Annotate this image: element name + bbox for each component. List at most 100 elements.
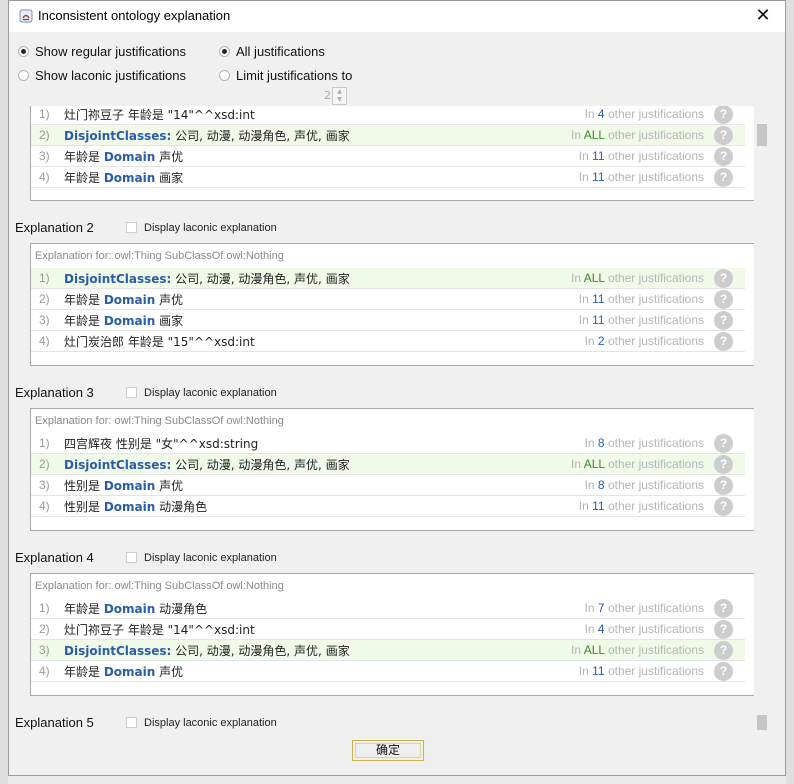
row-number: 4): [39, 664, 50, 678]
justification-count: In 8 other justifications: [585, 478, 704, 492]
axiom-prefix: 性别是: [64, 500, 104, 514]
justification-row[interactable]: 1) 灶门祢豆子 年龄是 "14"^^xsd:int In 4 other just…: [31, 106, 745, 125]
count-value: 11: [592, 149, 605, 163]
help-icon[interactable]: ?: [714, 147, 733, 166]
in-label: In: [571, 128, 582, 142]
help-icon[interactable]: ?: [714, 332, 733, 351]
justification-row[interactable]: 2) DisjointClasses: 公司, 动漫, 动漫角色, 声优, 画家 I…: [31, 125, 745, 146]
scrollbar-thumb[interactable]: [757, 124, 767, 146]
justification-row[interactable]: 4) 性别是 Domain 动漫角色 In 11 other justificati…: [31, 496, 745, 517]
justification-row[interactable]: 2) 年龄是 Domain 声优 In 11 other justification…: [31, 289, 745, 310]
in-label: In: [578, 292, 589, 306]
spinner-up-icon[interactable]: ▲: [333, 88, 346, 96]
laconic-label: Display laconic explanation: [144, 222, 277, 234]
axiom-text: DisjointClasses: 公司, 动漫, 动漫角色, 声优, 画家: [64, 456, 350, 473]
axiom-text: 年龄是 Domain 声优: [64, 148, 183, 165]
count-value: 11: [592, 313, 605, 327]
row-number: 3): [39, 643, 50, 657]
axiom-suffix: 动漫角色: [155, 500, 208, 514]
laconic-checkbox[interactable]: Display laconic explanation: [126, 222, 277, 234]
other-justifications-label: other justifications: [607, 107, 704, 121]
count-value: 7: [597, 601, 605, 615]
axiom-suffix: 公司, 动漫, 动漫角色, 声优, 画家: [171, 272, 350, 286]
help-icon[interactable]: ?: [714, 311, 733, 330]
justification-row[interactable]: 3) 性别是 Domain 声优 In 8 other justifications…: [31, 475, 745, 496]
help-icon[interactable]: ?: [714, 126, 733, 145]
justification-row[interactable]: 1) 四宫辉夜 性别是 "女"^^xsd:string In 8 other jus…: [31, 433, 745, 454]
title-bar[interactable]: Inconsistent ontology explanation ✕: [9, 1, 785, 32]
show-regular-radio[interactable]: Show regular justifications: [18, 43, 186, 61]
help-icon[interactable]: ?: [714, 641, 733, 660]
help-icon[interactable]: ?: [714, 599, 733, 618]
justification-row[interactable]: 2) DisjointClasses: 公司, 动漫, 动漫角色, 声优, 画家 I…: [31, 454, 745, 475]
close-button[interactable]: ✕: [741, 1, 785, 31]
axiom-prefix: 年龄是: [64, 293, 104, 307]
laconic-label: Display laconic explanation: [144, 552, 277, 564]
axiom-keyword: Domain: [103, 479, 156, 493]
help-icon[interactable]: ?: [714, 497, 733, 516]
row-number: 4): [39, 170, 50, 184]
count-value: 8: [597, 478, 605, 492]
justification-row[interactable]: 3) 年龄是 Domain 声优 In 11 other justification…: [31, 146, 745, 167]
all-justifications-label: All justifications: [236, 44, 325, 59]
ok-button[interactable]: 确定: [352, 740, 424, 761]
in-label: In: [578, 313, 589, 327]
axiom-text: 年龄是 Domain 动漫角色: [64, 600, 207, 617]
help-icon[interactable]: ?: [714, 434, 733, 453]
vertical-scrollbar[interactable]: [755, 106, 768, 730]
help-icon[interactable]: ?: [714, 106, 733, 124]
close-icon: ✕: [755, 5, 771, 26]
help-icon[interactable]: ?: [714, 620, 733, 639]
other-justifications-label: other justifications: [607, 271, 704, 285]
radio-checked-icon: [18, 46, 29, 57]
row-number: 4): [39, 334, 50, 348]
help-icon[interactable]: ?: [714, 455, 733, 474]
ok-label: 确定: [375, 743, 400, 757]
in-label: In: [571, 643, 582, 657]
explanation-5-laconic-checkbox[interactable]: Display laconic explanation: [126, 717, 277, 729]
all-justifications-radio[interactable]: All justifications: [219, 43, 325, 61]
justification-row[interactable]: 1) 年龄是 Domain 动漫角色 In 7 other justificatio…: [31, 598, 745, 619]
axiom-suffix: 公司, 动漫, 动漫角色, 声优, 画家: [171, 644, 350, 658]
justification-row[interactable]: 2) 灶门祢豆子 年龄是 "14"^^xsd:int In 4 other just…: [31, 619, 745, 640]
laconic-checkbox[interactable]: Display laconic explanation: [126, 552, 277, 564]
show-laconic-radio[interactable]: Show laconic justifications: [18, 67, 186, 85]
axiom-keyword: Domain: [103, 150, 156, 164]
justification-count: In 8 other justifications: [585, 436, 704, 450]
row-number: 1): [39, 436, 50, 450]
row-number: 3): [39, 149, 50, 163]
axiom-keyword: Domain: [103, 314, 156, 328]
help-icon[interactable]: ?: [714, 662, 733, 681]
help-icon[interactable]: ?: [714, 269, 733, 288]
justification-row[interactable]: 4) 灶门炭治郎 年龄是 "15"^^xsd:int In 2 other just…: [31, 331, 745, 352]
axiom-text: 性别是 Domain 动漫角色: [64, 498, 207, 515]
laconic-checkbox[interactable]: Display laconic explanation: [126, 387, 277, 399]
explanation-caption: Explanation for: owl:Thing SubClassOf ow…: [35, 250, 284, 262]
count-value: 11: [592, 292, 605, 306]
explanations-scroll-area[interactable]: 1) 灶门祢豆子 年龄是 "14"^^xsd:int In 4 other just…: [10, 106, 754, 730]
checkbox-icon: [126, 222, 137, 233]
help-icon[interactable]: ?: [714, 476, 733, 495]
axiom-text: DisjointClasses: 公司, 动漫, 动漫角色, 声优, 画家: [64, 642, 350, 659]
justification-row[interactable]: 1) DisjointClasses: 公司, 动漫, 动漫角色, 声优, 画家 I…: [31, 268, 745, 289]
explanation-panel: Explanation for: owl:Thing SubClassOf ow…: [30, 243, 754, 366]
limit-justifications-radio[interactable]: Limit justifications to: [219, 67, 352, 85]
spinner-down-icon[interactable]: ▼: [333, 96, 346, 104]
spinner-buttons[interactable]: ▲ ▼: [332, 87, 347, 105]
justification-row[interactable]: 4) 年龄是 Domain 画家 In 11 other justification…: [31, 167, 745, 188]
axiom-prefix: 年龄是: [64, 150, 104, 164]
justification-row[interactable]: 4) 年龄是 Domain 声优 In 11 other justification…: [31, 661, 745, 682]
justification-row[interactable]: 3) DisjointClasses: 公司, 动漫, 动漫角色, 声优, 画家 I…: [31, 640, 745, 661]
scrollbar-bottom-arrow[interactable]: [757, 715, 767, 730]
help-icon[interactable]: ?: [714, 290, 733, 309]
justification-row[interactable]: 3) 年龄是 Domain 画家 In 11 other justification…: [31, 310, 745, 331]
axiom-keyword: DisjointClasses:: [64, 129, 172, 143]
axiom-prefix: 年龄是: [64, 314, 104, 328]
explanation-caption: Explanation for: owl:Thing SubClassOf ow…: [35, 415, 284, 427]
justification-count: In 7 other justifications: [585, 601, 704, 615]
limit-spinner[interactable]: 2 ▲ ▼: [241, 87, 347, 105]
axiom-keyword: Domain: [103, 665, 156, 679]
in-label: In: [584, 622, 595, 636]
radio-unchecked-icon: [18, 70, 29, 81]
help-icon[interactable]: ?: [714, 168, 733, 187]
